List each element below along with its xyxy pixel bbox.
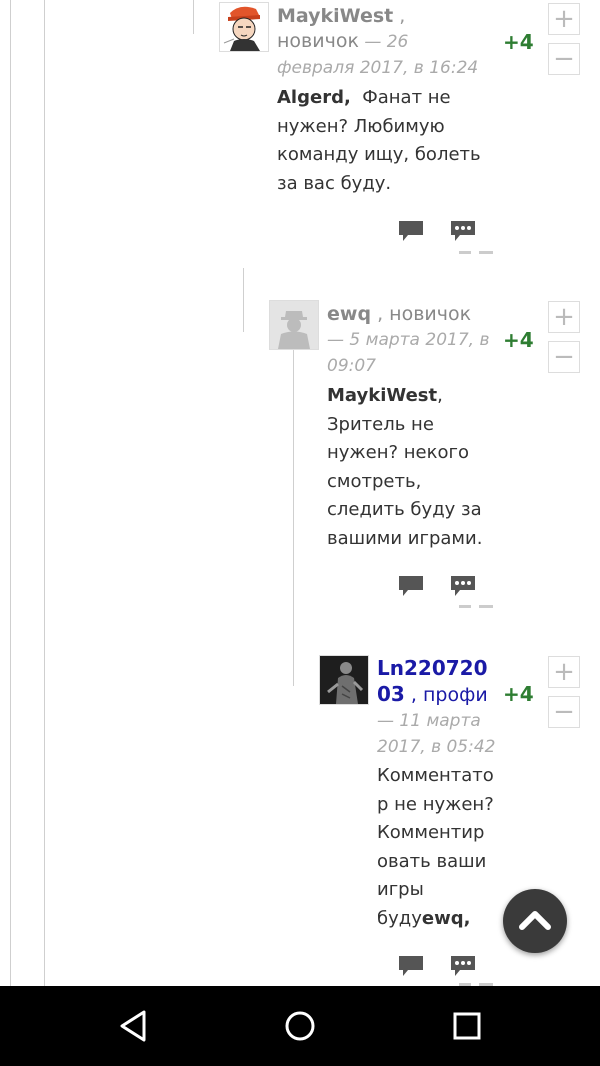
text-line: овать ваши	[377, 850, 487, 872]
comment-date[interactable]: — 5 марта 2017, в	[327, 330, 489, 350]
mention-link[interactable]: ewq,	[422, 908, 471, 929]
author-role: новичок	[389, 303, 472, 325]
recents-icon[interactable]	[445, 1004, 489, 1048]
text-line: Фанат не	[362, 87, 451, 108]
author-separator: ,	[393, 5, 406, 27]
avatar[interactable]	[319, 655, 369, 705]
vote-plus-button[interactable]: +	[548, 3, 580, 35]
thread-line	[293, 344, 294, 686]
reply-icon[interactable]	[398, 575, 424, 597]
comment-author[interactable]: MaykiWest	[277, 5, 393, 27]
reply-icon[interactable]	[398, 955, 424, 977]
comment-score: +4	[503, 328, 534, 352]
vote-plus-button[interactable]: +	[548, 301, 580, 333]
comment-author[interactable]: 03	[377, 682, 405, 706]
comment-date[interactable]: 09:07	[327, 356, 376, 376]
comment-text: Комментато р не нужен? Комментир овать в…	[377, 762, 502, 933]
quote-icon[interactable]	[450, 220, 476, 242]
comment-text: Algerd, Фанат не нужен? Любимую команду …	[277, 84, 497, 198]
vote-minus-button[interactable]: −	[548, 696, 580, 728]
text-line: следить буду за	[327, 499, 482, 520]
comment-date[interactable]: — 11 марта	[377, 711, 481, 731]
text-line: нужен? Любимую	[277, 115, 445, 137]
text-line: буду	[377, 907, 422, 929]
avatar[interactable]	[219, 2, 269, 52]
text-line: команду ищу, болеть	[277, 144, 481, 165]
reply-icon[interactable]	[398, 220, 424, 242]
author-separator: ,	[404, 684, 423, 706]
comment-score: +4	[503, 682, 534, 706]
comment-score: +4	[503, 30, 534, 54]
collapse-marker	[459, 605, 495, 608]
system-navigation-bar	[0, 986, 600, 1066]
text-line: смотреть,	[327, 470, 422, 492]
mention-link[interactable]: Algerd,	[277, 87, 351, 108]
comment-author[interactable]: Ln220720	[377, 656, 487, 680]
thread-line	[44, 0, 45, 986]
text-line: вашими играми.	[327, 527, 483, 549]
chevron-up-icon	[519, 911, 551, 930]
vote-minus-button[interactable]: −	[548, 43, 580, 75]
mention-link[interactable]: MaykiWest	[327, 385, 437, 406]
text-line: Зритель не	[327, 413, 434, 435]
home-icon[interactable]	[278, 1004, 322, 1048]
scroll-to-top-button[interactable]	[503, 889, 567, 953]
mention-suffix: ,	[437, 385, 443, 406]
thread-line	[10, 0, 11, 986]
collapse-marker	[459, 251, 495, 254]
thread-line	[193, 0, 194, 34]
author-separator: ,	[371, 303, 390, 325]
text-line: за вас буду.	[277, 172, 392, 194]
comment-date[interactable]: февраля 2017, в 16:24	[277, 58, 478, 78]
text-line: р не нужен?	[377, 793, 494, 815]
thread-line	[243, 268, 244, 332]
quote-icon[interactable]	[450, 575, 476, 597]
author-role: профи	[422, 684, 488, 706]
text-line: нужен? некого	[327, 442, 469, 463]
vote-plus-button[interactable]: +	[548, 656, 580, 688]
vote-minus-button[interactable]: −	[548, 341, 580, 373]
text-line: игры	[377, 879, 424, 900]
text-line: Комментир	[377, 822, 485, 843]
comment-text: MaykiWest, Зритель не нужен? некого смот…	[327, 382, 502, 553]
comment-date[interactable]: 2017, в 05:42	[377, 737, 496, 757]
author-role: новичок	[277, 30, 359, 52]
quote-icon[interactable]	[450, 955, 476, 977]
back-icon[interactable]	[112, 1004, 156, 1048]
text-line: Комментато	[377, 765, 494, 786]
avatar[interactable]	[269, 300, 319, 350]
comment-author[interactable]: ewq	[327, 303, 371, 325]
comment-date[interactable]: — 26	[359, 32, 408, 52]
